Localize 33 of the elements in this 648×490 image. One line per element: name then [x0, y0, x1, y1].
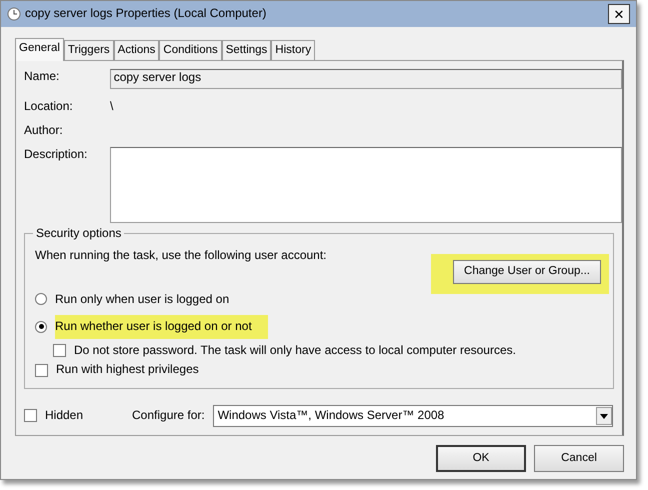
option-label: Run with highest privileges: [56, 362, 199, 378]
configure-dropdown[interactable]: Windows Vista™, Windows Server™ 2008: [212, 404, 613, 427]
option-label: Run only when user is logged on: [55, 290, 230, 308]
field-label: Name:: [24, 68, 60, 85]
dialog-button[interactable]: OK: [436, 444, 526, 472]
tab[interactable]: Conditions: [159, 40, 222, 60]
tab[interactable]: Settings: [222, 40, 272, 60]
tab[interactable]: Triggers: [64, 40, 114, 60]
radio-button[interactable]: [35, 293, 47, 306]
location-value: \: [110, 98, 114, 115]
option-label: Run whether user is logged on or not: [55, 315, 268, 339]
option-label: Do not store password. The task will only have access to local computer resources.: [74, 342, 516, 358]
radio-button[interactable]: [35, 320, 47, 333]
clock-icon: [7, 7, 21, 21]
checkbox[interactable]: [35, 364, 48, 377]
name-field[interactable]: copy server logs: [110, 68, 622, 89]
description-field[interactable]: [110, 146, 622, 223]
tab[interactable]: Actions: [114, 40, 160, 60]
field-label: Location:: [24, 98, 74, 115]
checkbox[interactable]: [24, 409, 37, 422]
change-user-button[interactable]: Change User or Group...: [453, 260, 601, 284]
field-label: Description:: [24, 146, 88, 163]
tab[interactable]: General: [15, 38, 64, 61]
dialog-button[interactable]: Cancel: [534, 444, 624, 472]
checkbox-label: Hidden: [45, 408, 84, 424]
tab[interactable]: History: [271, 40, 316, 60]
field-label: Configure for:: [132, 408, 205, 424]
group-legend: Security options: [33, 226, 124, 242]
checkbox[interactable]: [53, 344, 66, 358]
window-title: copy server logs Properties (Local Computer): [25, 6, 266, 22]
prompt-text: When running the task, use the following user account:: [35, 248, 328, 264]
close-button[interactable]: ✕: [608, 4, 630, 24]
field-label: Author:: [24, 122, 64, 139]
